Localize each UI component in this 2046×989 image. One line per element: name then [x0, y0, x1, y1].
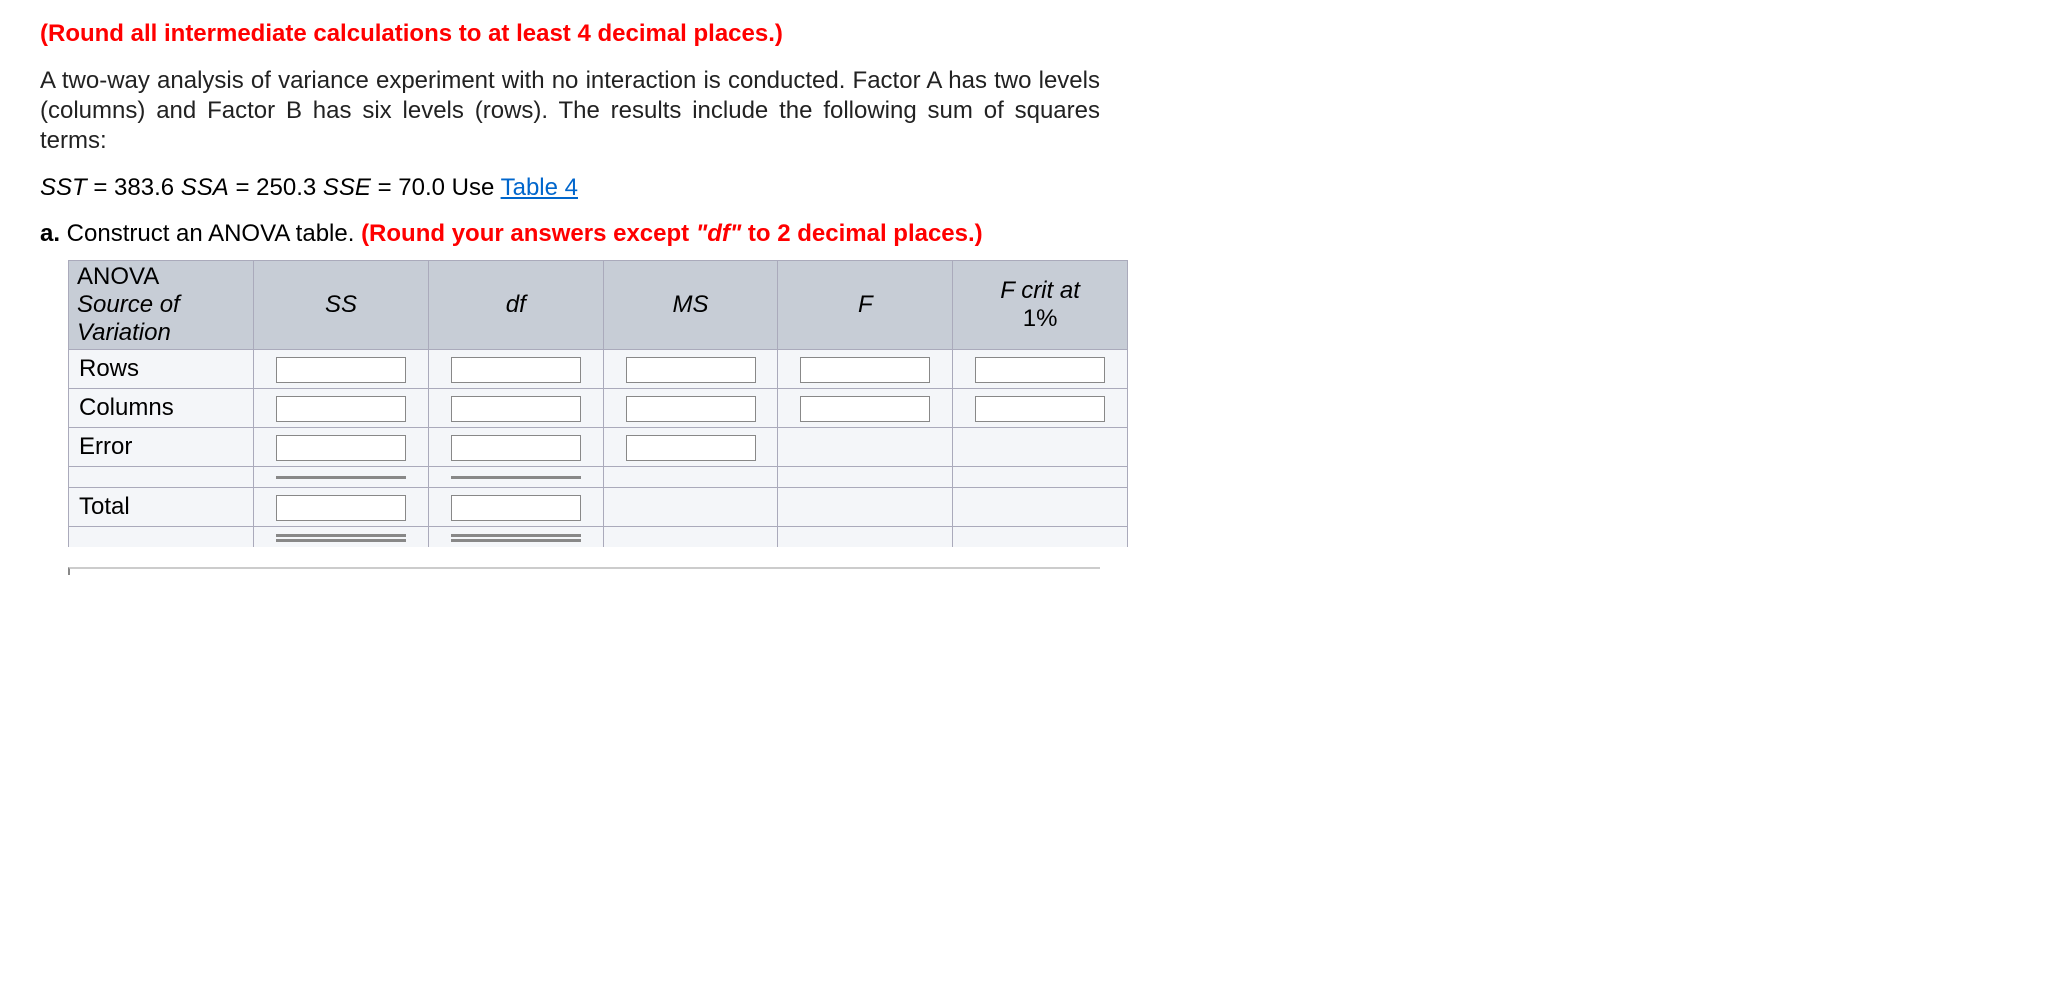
part-a-red2: to 2 decimal places.) [741, 220, 982, 247]
input-columns-f[interactable] [800, 396, 930, 422]
input-columns-ms[interactable] [626, 396, 756, 422]
input-rows-f[interactable] [800, 357, 930, 383]
part-a-prompt: a. Construct an ANOVA table. (Round your… [40, 220, 1100, 248]
formula-line: SST = 383.6 SSA = 250.3 SSE = 70.0 Use T… [40, 174, 1100, 202]
input-total-df[interactable] [451, 495, 581, 521]
sse-value: = 70.0 Use [378, 174, 501, 201]
input-error-df[interactable] [451, 435, 581, 461]
anova-title: ANOVA Source of Variation [69, 261, 254, 350]
part-a-red1: (Round your answers except [361, 220, 696, 247]
label-columns: Columns [69, 389, 254, 428]
label-error: Error [69, 428, 254, 467]
ssa-value: = 250.3 [235, 174, 316, 201]
row-columns: Columns [69, 389, 1128, 428]
input-rows-ms[interactable] [626, 357, 756, 383]
input-total-ss[interactable] [276, 495, 406, 521]
input-error-ms[interactable] [626, 435, 756, 461]
input-columns-ss[interactable] [276, 396, 406, 422]
part-a-df: "df" [696, 220, 741, 247]
label-rows: Rows [69, 350, 254, 389]
header-fcrit: F crit at 1% [953, 261, 1128, 350]
header-f: F [778, 261, 953, 350]
input-rows-df[interactable] [451, 357, 581, 383]
header-fcrit-line1: F crit at [1000, 277, 1080, 304]
rounding-instruction: (Round all intermediate calculations to … [40, 20, 1100, 48]
table-4-link[interactable]: Table 4 [501, 174, 578, 201]
row-rows: Rows [69, 350, 1128, 389]
row-double-line [69, 527, 1128, 548]
row-total: Total [69, 488, 1128, 527]
header-ms: MS [603, 261, 778, 350]
label-total: Total [69, 488, 254, 527]
input-error-ss[interactable] [276, 435, 406, 461]
sst-label: SST [40, 174, 87, 201]
header-source: Source of Variation [77, 291, 180, 346]
input-rows-fcrit[interactable] [975, 357, 1105, 383]
row-error: Error [69, 428, 1128, 467]
header-fcrit-line2: 1% [1023, 305, 1058, 332]
input-rows-ss[interactable] [276, 357, 406, 383]
header-ss: SS [254, 261, 429, 350]
sse-label: SSE [323, 174, 371, 201]
part-a-text: Construct an ANOVA table. [60, 220, 361, 247]
anova-title-text: ANOVA [77, 263, 159, 290]
row-subtotal-line [69, 467, 1128, 488]
problem-paragraph: A two-way analysis of variance experimen… [40, 66, 1100, 156]
header-df: df [428, 261, 603, 350]
bottom-divider [68, 567, 1100, 575]
part-a-label: a. [40, 220, 60, 247]
input-columns-fcrit[interactable] [975, 396, 1105, 422]
input-columns-df[interactable] [451, 396, 581, 422]
ssa-label: SSA [181, 174, 229, 201]
sst-value: = 383.6 [93, 174, 174, 201]
anova-table: ANOVA Source of Variation SS df MS F F c… [68, 260, 1128, 547]
